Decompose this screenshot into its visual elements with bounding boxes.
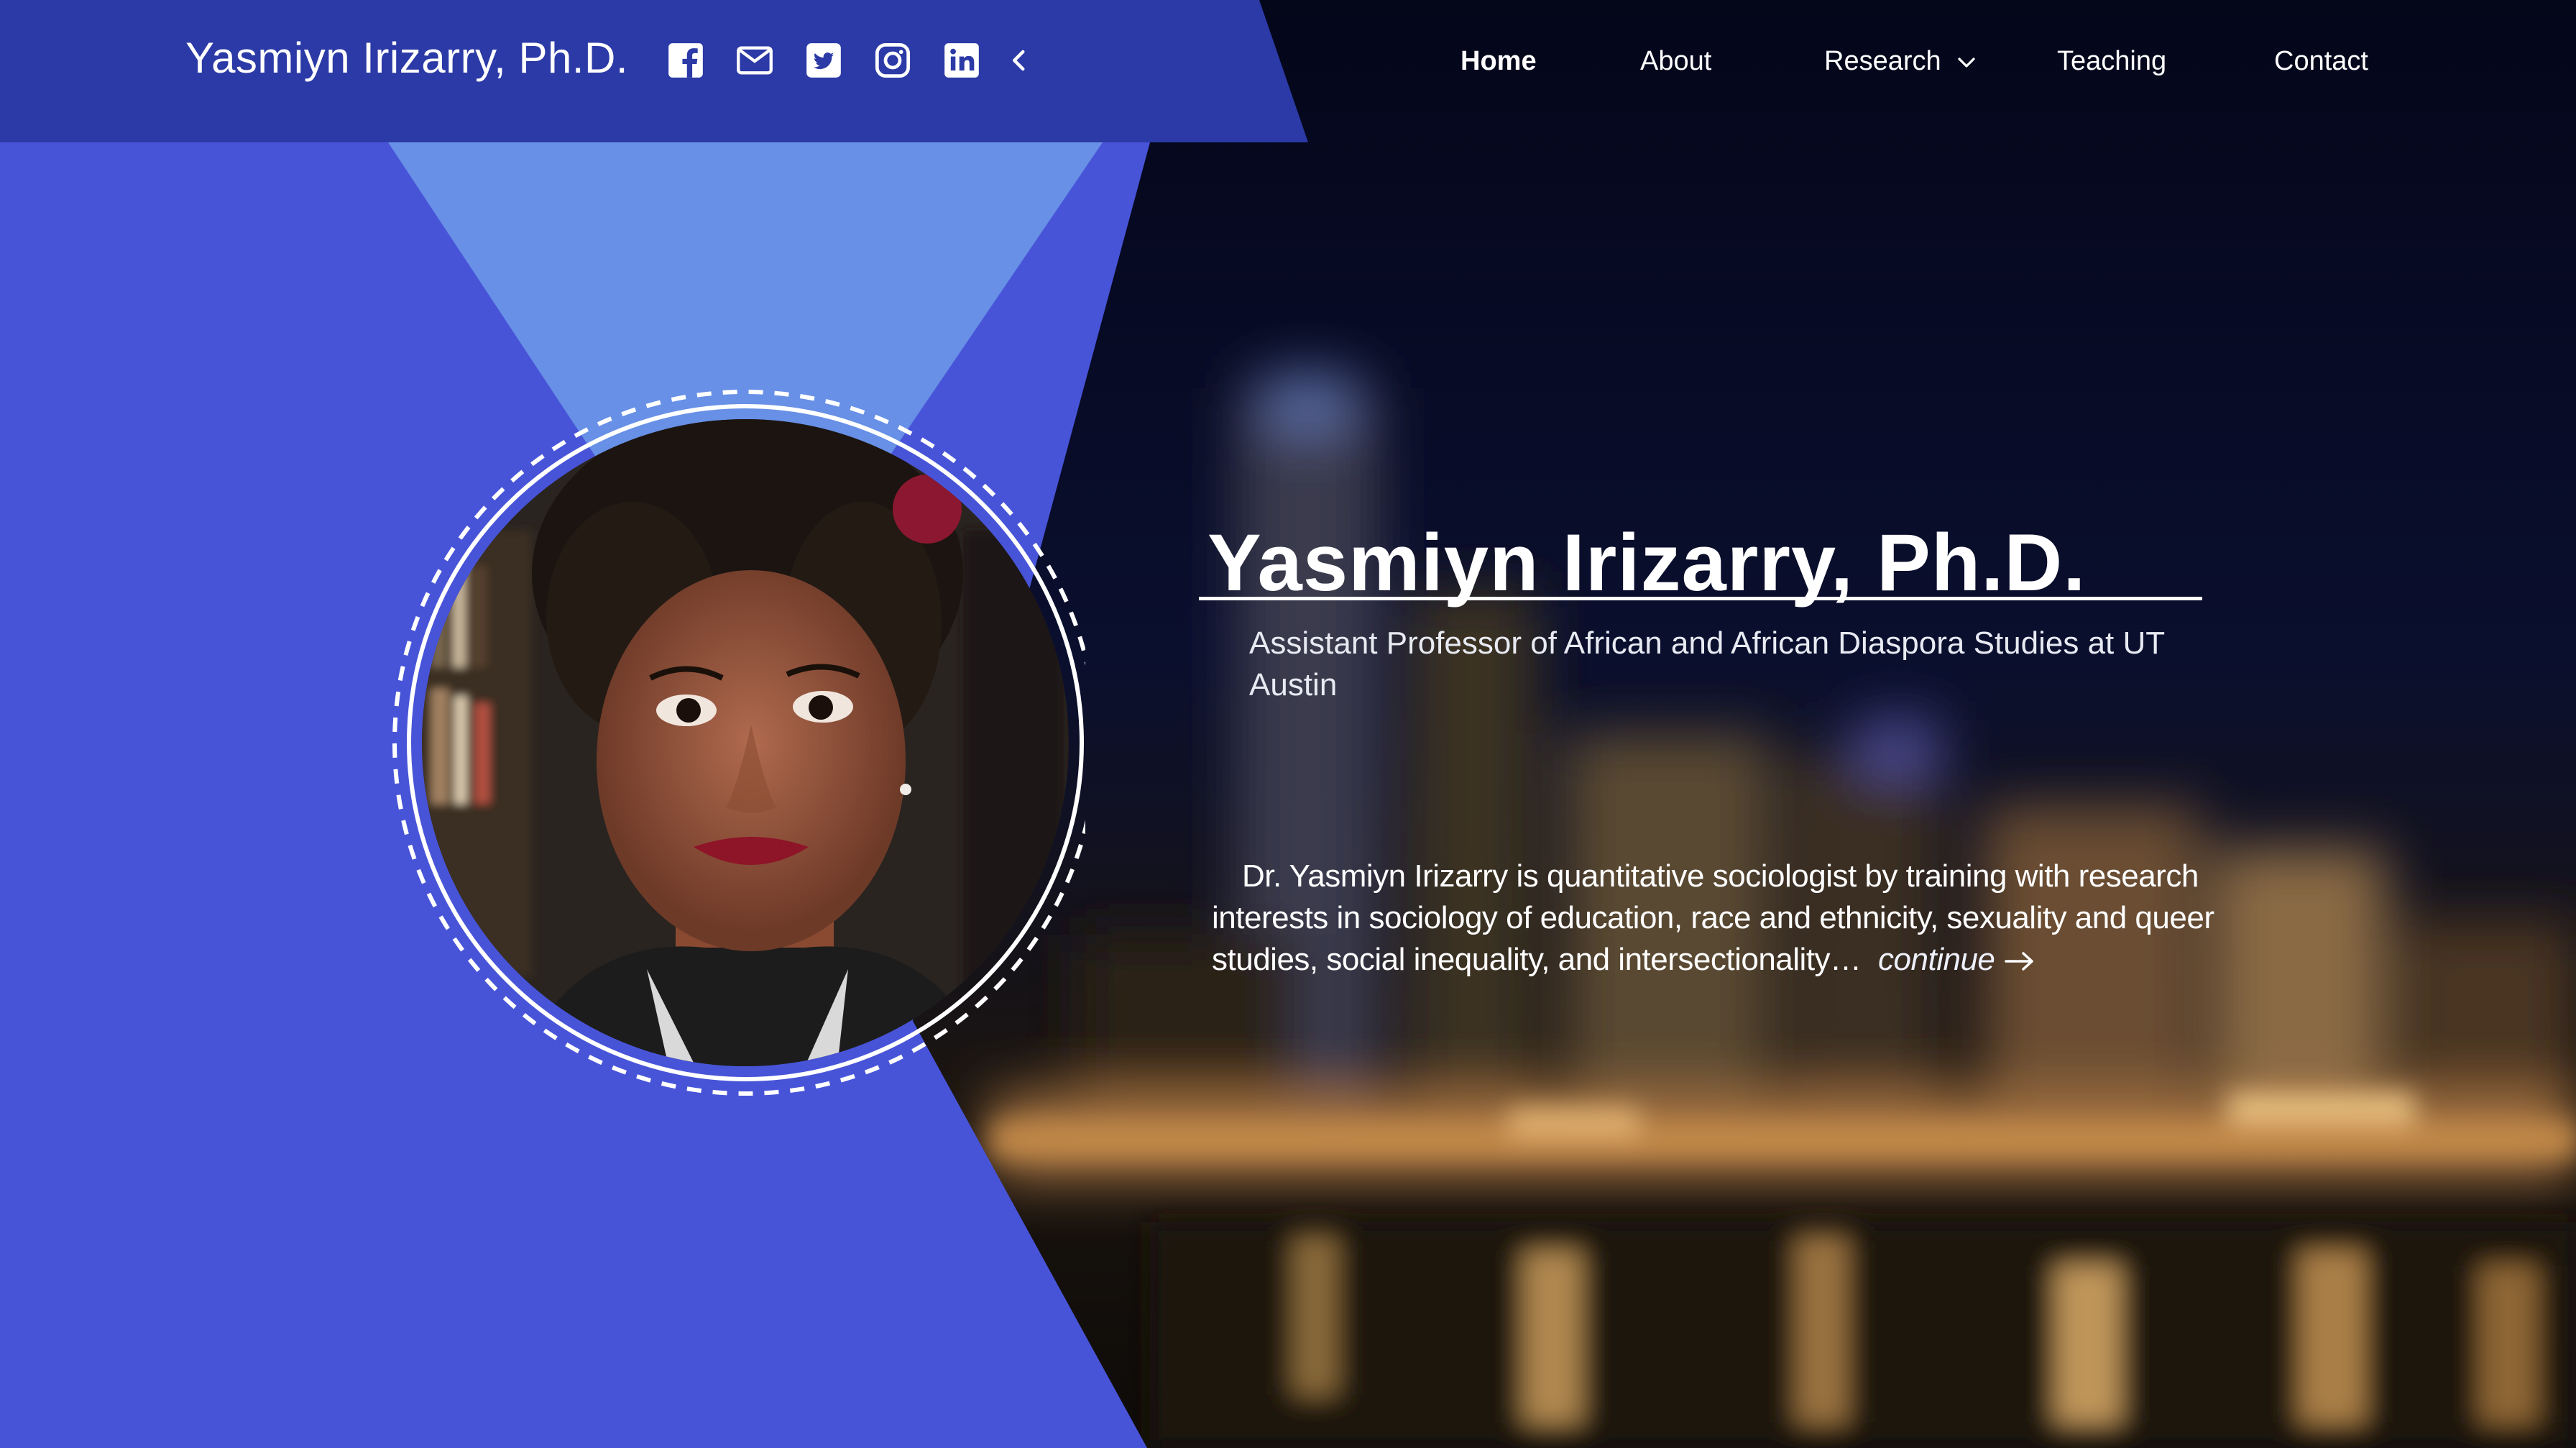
title-underline xyxy=(1199,597,2202,600)
site-brand[interactable]: Yasmiyn Irizarry, Ph.D. xyxy=(185,33,628,83)
hero-section: Yasmiyn Irizarry, Ph.D. Home About Resea… xyxy=(0,0,2576,1448)
linkedin-icon[interactable] xyxy=(936,37,988,83)
nav-teaching[interactable]: Teaching xyxy=(2057,46,2166,77)
hero-bio: Dr. Yasmiyn Irizarry is quantitative soc… xyxy=(1212,856,2218,981)
hero-title: Yasmiyn Irizarry, Ph.D. xyxy=(1208,518,2087,608)
facebook-icon[interactable] xyxy=(660,37,712,83)
bio-text: Dr. Yasmiyn Irizarry is quantitative soc… xyxy=(1212,858,2214,977)
nav-research[interactable]: Research xyxy=(1824,46,1977,77)
social-links xyxy=(660,37,1051,83)
continue-label: continue xyxy=(1878,942,1995,977)
hero-subtitle: Assistant Professor of African and Afric… xyxy=(1249,626,2165,702)
mail-icon[interactable] xyxy=(729,37,781,83)
arrow-right-icon xyxy=(2005,952,2034,971)
nav-about[interactable]: About xyxy=(1640,46,1711,77)
chevron-left-icon[interactable] xyxy=(1005,37,1034,83)
profile-portrait xyxy=(374,387,1085,1099)
nav-contact[interactable]: Contact xyxy=(2274,46,2368,77)
instagram-icon[interactable] xyxy=(867,37,919,83)
nav-research-label: Research xyxy=(1824,46,1941,76)
twitter-icon[interactable] xyxy=(798,37,850,83)
nav-home[interactable]: Home xyxy=(1460,46,1537,77)
continue-link[interactable]: continue xyxy=(1869,942,2036,977)
chevron-down-icon xyxy=(1958,58,1975,68)
